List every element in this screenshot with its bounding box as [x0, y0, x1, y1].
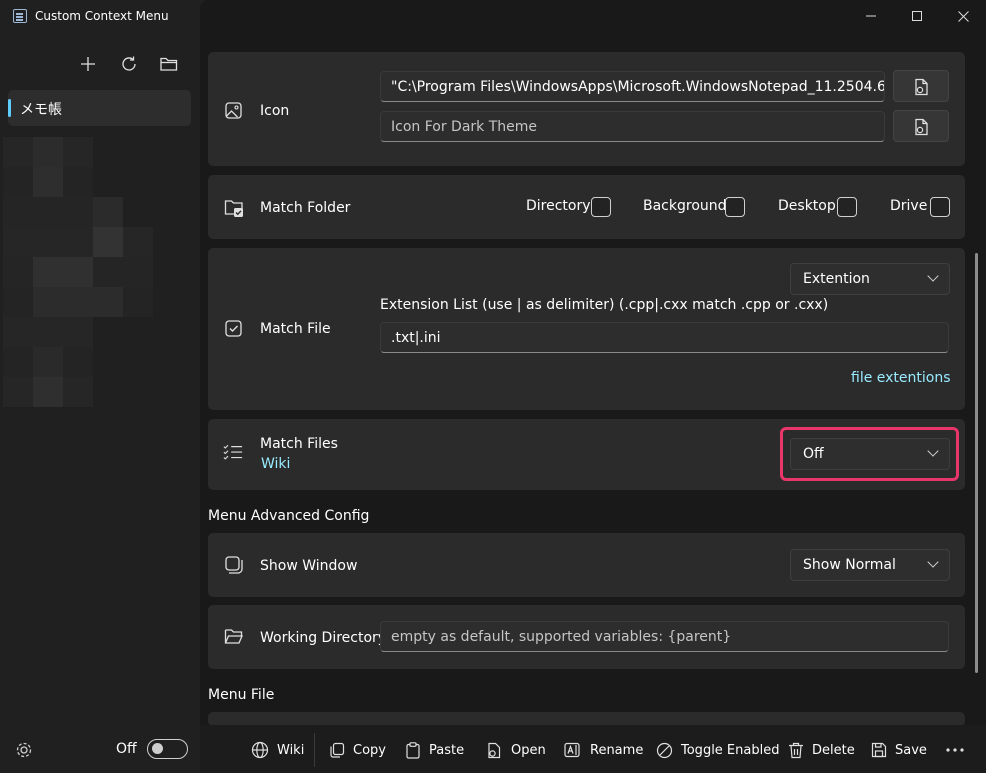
rename-button[interactable]: Rename	[564, 739, 643, 761]
checkbox-icon	[225, 320, 242, 337]
toggle-enabled-button[interactable]: Toggle Enabled	[656, 739, 779, 761]
file-extensions-link[interactable]: file extentions	[851, 370, 951, 386]
more-options-button[interactable]	[946, 739, 972, 761]
icon-label: Icon	[260, 103, 290, 119]
refresh-icon[interactable]	[117, 52, 141, 76]
advanced-config-heading: Menu Advanced Config	[208, 508, 370, 524]
app-window: Custom Context Menu メモ帳 Off Icon "C:\Pro…	[0, 0, 986, 773]
match-folder-label: Match Folder	[260, 200, 351, 216]
app-icon	[13, 9, 27, 23]
copy-label: Copy	[353, 742, 386, 758]
settings-gear-icon[interactable]	[14, 740, 34, 760]
working-directory-label: Working Directory	[260, 630, 387, 646]
selection-indicator	[8, 99, 11, 117]
open-folder-icon[interactable]	[157, 52, 181, 76]
dropdown-value: Show Normal	[803, 557, 896, 573]
background-label: Background	[643, 198, 727, 214]
scrollbar-thumb[interactable]	[975, 253, 978, 673]
save-button[interactable]: Save	[871, 739, 927, 761]
window-controls	[848, 0, 986, 32]
app-title: Custom Context Menu	[35, 9, 169, 23]
browse-icon-button[interactable]	[893, 70, 949, 102]
delete-label: Delete	[812, 742, 855, 758]
delete-button[interactable]: Delete	[788, 739, 855, 761]
toolbar-separator	[314, 733, 315, 767]
dark-icon-input[interactable]: Icon For Dark Theme	[380, 111, 885, 142]
enable-toggle-label: Off	[116, 741, 137, 757]
icon-card	[208, 52, 965, 166]
paste-label: Paste	[429, 742, 465, 758]
working-directory-input[interactable]: empty as default, supported variables: {…	[380, 621, 949, 652]
copy-button[interactable]: Copy	[329, 739, 386, 761]
extension-hint: Extension List (use | as delimiter) (.cp…	[380, 297, 829, 313]
open-label: Open	[511, 742, 546, 758]
toggle-enabled-label: Toggle Enabled	[681, 742, 780, 758]
open-button[interactable]: Open	[486, 739, 546, 761]
sidebar-item-label: メモ帳	[20, 102, 62, 118]
desktop-label: Desktop	[778, 198, 836, 214]
rename-label: Rename	[590, 742, 644, 758]
wiki-label: Wiki	[277, 742, 305, 758]
minimize-icon[interactable]	[848, 0, 894, 32]
browse-dark-icon-button[interactable]	[893, 110, 949, 142]
image-icon	[225, 102, 242, 119]
drive-label: Drive	[890, 198, 928, 214]
paste-button[interactable]: Paste	[405, 739, 464, 761]
match-files-label: Match Files	[260, 436, 338, 452]
drive-checkbox[interactable]	[930, 197, 950, 217]
maximize-icon[interactable]	[894, 0, 940, 32]
chevron-down-icon	[927, 556, 939, 568]
wiki-button[interactable]: Wiki	[251, 739, 304, 761]
match-file-mode-dropdown[interactable]: Extention	[790, 263, 950, 295]
file-picker-icon	[915, 78, 928, 96]
disable-icon	[656, 742, 673, 758]
match-file-label: Match File	[260, 321, 331, 337]
highlight-box	[780, 427, 959, 481]
checklist-icon	[223, 444, 243, 460]
enable-toggle-switch[interactable]	[147, 739, 188, 759]
show-window-label: Show Window	[260, 558, 358, 574]
save-label: Save	[895, 742, 927, 758]
add-icon[interactable]	[76, 52, 100, 76]
file-picker-icon	[915, 118, 928, 136]
sidebar-item-notepad[interactable]: メモ帳	[8, 90, 191, 126]
background-checkbox[interactable]	[725, 197, 745, 217]
extension-list-input[interactable]: .txt|.ini	[380, 322, 949, 353]
match-files-wiki-link[interactable]: Wiki	[261, 456, 290, 472]
directory-label: Directory	[526, 198, 591, 214]
directory-checkbox[interactable]	[591, 197, 611, 217]
close-icon[interactable]	[940, 0, 986, 32]
copy-icon	[330, 742, 345, 758]
menu-file-card	[208, 712, 965, 726]
dropdown-value: Extention	[803, 271, 870, 287]
save-icon	[871, 742, 887, 758]
menu-file-heading: Menu File	[208, 687, 275, 703]
desktop-checkbox[interactable]	[837, 197, 857, 217]
folder-check-icon	[224, 200, 243, 217]
folder-open-icon	[224, 629, 243, 644]
show-window-dropdown[interactable]: Show Normal	[790, 549, 950, 581]
icon-path-input[interactable]: "C:\Program Files\WindowsApps\Microsoft.…	[380, 71, 885, 102]
trash-icon	[789, 742, 803, 758]
blurred-list-area	[3, 137, 153, 407]
sidebar: Custom Context Menu メモ帳 Off	[0, 0, 200, 773]
more-icon	[946, 748, 964, 752]
rename-icon	[564, 742, 580, 758]
paste-icon	[406, 741, 420, 759]
chevron-down-icon	[927, 270, 939, 282]
window-icon	[225, 556, 243, 574]
globe-icon	[251, 741, 269, 759]
open-file-icon	[488, 742, 501, 758]
